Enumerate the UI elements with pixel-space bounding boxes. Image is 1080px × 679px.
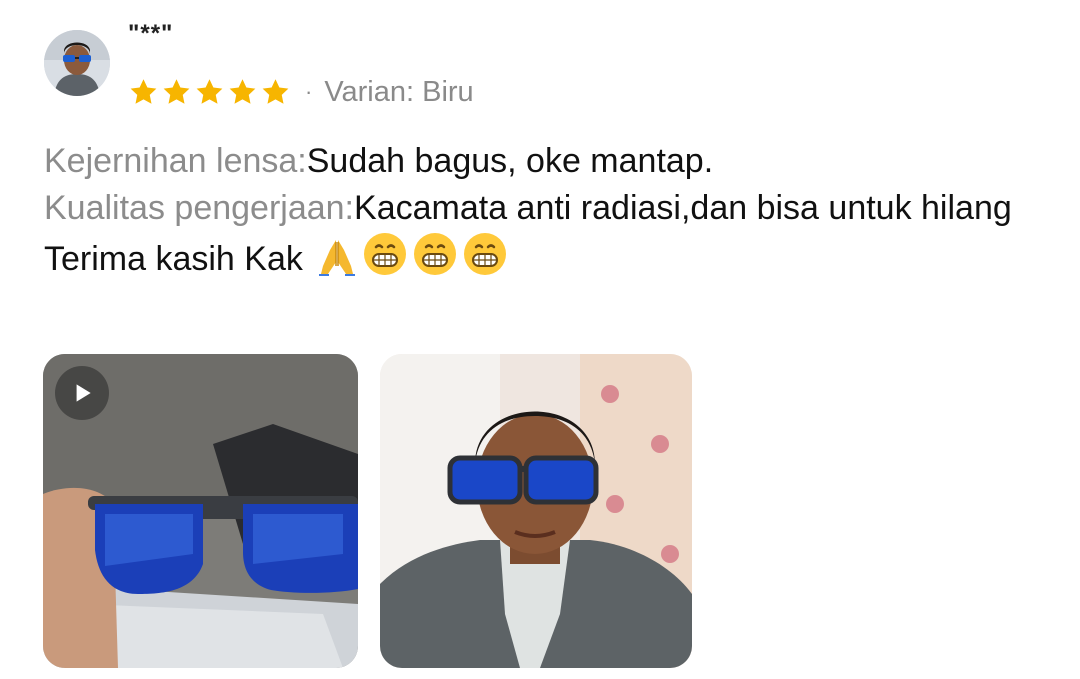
review-video-thumbnail[interactable] xyxy=(43,354,358,668)
folded-hands-icon xyxy=(317,236,357,289)
grinning-face-icon xyxy=(463,232,507,289)
review-body: Kejernihan lensa:Sudah bagus, oke mantap… xyxy=(44,138,1034,289)
reviewer-avatar[interactable] xyxy=(44,30,110,96)
review-photo-thumbnail[interactable] xyxy=(380,354,692,668)
separator-dot: · xyxy=(305,79,313,104)
grinning-face-icon xyxy=(363,232,407,289)
play-icon xyxy=(76,384,91,402)
play-button[interactable] xyxy=(55,366,109,420)
review-line-label: Kualitas pengerjaan: xyxy=(44,189,355,227)
star-icon xyxy=(194,77,225,107)
review-line-label: Kejernihan lensa: xyxy=(44,142,307,180)
reviewer-username: "**" xyxy=(128,20,174,47)
star-icon xyxy=(161,77,192,107)
star-rating xyxy=(128,77,291,107)
review-closing-text: Terima kasih Kak xyxy=(44,240,303,278)
star-icon xyxy=(128,77,159,107)
grinning-face-icon xyxy=(413,232,457,289)
review-line: Kejernihan lensa:Sudah bagus, oke mantap… xyxy=(44,138,1034,185)
review-closing: Terima kasih Kak xyxy=(44,232,1034,289)
review-line: Kualitas pengerjaan:Kacamata anti radias… xyxy=(44,185,1034,232)
star-icon xyxy=(260,77,291,107)
rating-row: · Varian: Biru xyxy=(128,72,474,112)
star-icon xyxy=(227,77,258,107)
variant-label: Varian: Biru xyxy=(324,75,474,108)
review-line-text: Sudah bagus, oke mantap. xyxy=(306,142,714,180)
review-line-text: Kacamata anti radiasi,dan bisa untuk hil… xyxy=(354,189,1012,227)
